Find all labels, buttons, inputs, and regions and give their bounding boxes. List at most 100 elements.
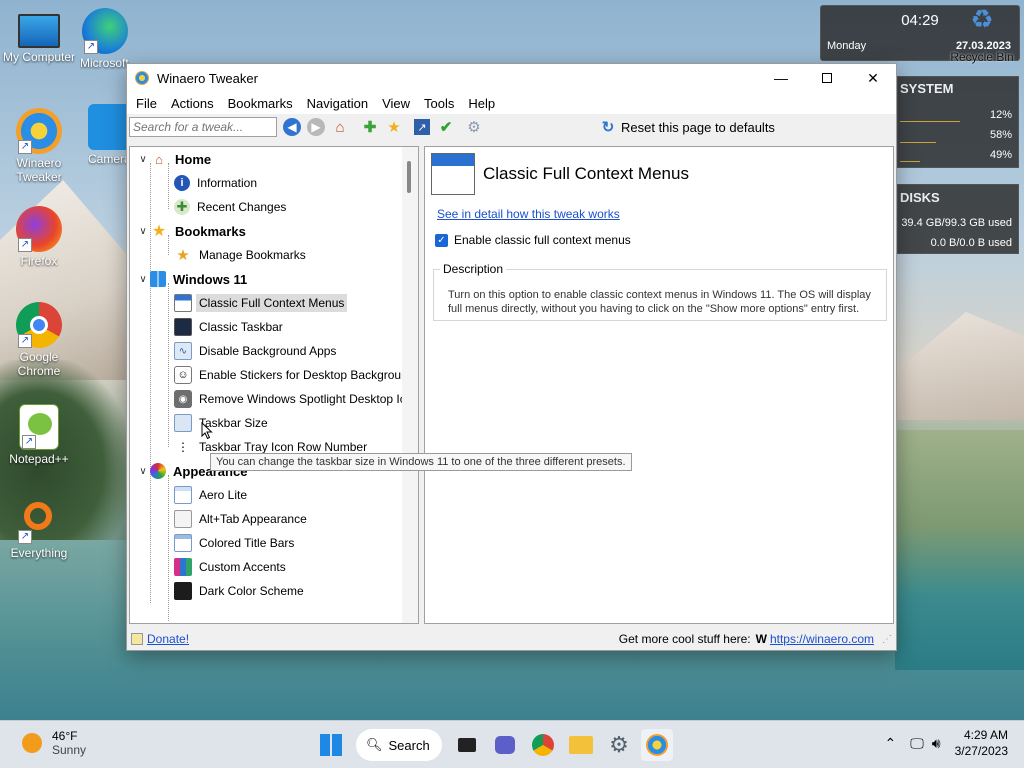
- resize-grip-icon: ⋰: [882, 633, 892, 645]
- detail-link[interactable]: See in detail how this tweak works: [437, 207, 620, 221]
- taskbar-date: 3/27/2023: [954, 744, 1008, 758]
- chevron-down-icon[interactable]: ∨: [136, 226, 150, 237]
- winaero-logo-icon: W: [755, 632, 767, 646]
- settings-button[interactable]: ⚙: [463, 116, 485, 138]
- description-legend: Description: [440, 262, 507, 276]
- forward-button[interactable]: ▶: [305, 116, 327, 138]
- menu-bookmarks[interactable]: Bookmarks: [221, 96, 300, 111]
- tree-category-bookmarks[interactable]: ∨ ★ Bookmarks: [136, 219, 249, 243]
- notepad-plus-plus-icon: ↗: [19, 404, 59, 450]
- tree-item-information[interactable]: i Information: [174, 171, 260, 195]
- taskbar-icon: [174, 318, 192, 336]
- recent-changes-icon: ✚: [174, 199, 190, 215]
- file-explorer-button[interactable]: [565, 729, 597, 761]
- desktop-icon-label: Everything: [10, 546, 68, 560]
- tree-item-classic-full-context-menus[interactable]: Classic Full Context Menus: [174, 291, 348, 315]
- task-view-icon: [458, 738, 476, 752]
- search-input[interactable]: [129, 117, 277, 137]
- reset-page-button[interactable]: ↻ Reset this page to defaults: [595, 116, 775, 138]
- chrome-taskbar-button[interactable]: [527, 729, 559, 761]
- taskbar-clock[interactable]: 4:29 AM 3/27/2023: [955, 727, 1008, 759]
- menu-file[interactable]: File: [129, 96, 164, 111]
- tree-item-disable-background-apps[interactable]: ∿ Disable Background Apps: [174, 339, 339, 363]
- menu-help[interactable]: Help: [461, 96, 502, 111]
- system-widget-title: SYSTEM: [900, 81, 954, 96]
- disks-widget: DISKS 39.4 GB/99.3 GB used 0.0 B/0.0 B u…: [897, 184, 1019, 254]
- donate-link[interactable]: Donate!: [147, 632, 189, 646]
- start-button[interactable]: [315, 729, 347, 761]
- home-button[interactable]: ⌂: [329, 116, 351, 138]
- tree-item-colored-title-bars[interactable]: Colored Title Bars: [174, 531, 297, 555]
- cpu-bar: [900, 121, 960, 122]
- desktop-icon-edge[interactable]: ↗ Microsoft Edge: [80, 8, 130, 70]
- disks-widget-title: DISKS: [900, 190, 940, 205]
- tree-item-custom-accents[interactable]: Custom Accents: [174, 555, 289, 579]
- tree-guide-line: [168, 475, 169, 621]
- tree-category-home[interactable]: ∨ ⌂ Home: [136, 147, 214, 171]
- desktop-icon-camera[interactable]: Camera: [88, 104, 128, 166]
- close-button[interactable]: ✕: [850, 64, 896, 92]
- desktop-icon-everything[interactable]: ↗ Everything: [1, 498, 77, 560]
- window-icon: [174, 534, 192, 552]
- tree-item-classic-taskbar[interactable]: Classic Taskbar: [174, 315, 286, 339]
- chat-icon: [495, 736, 515, 754]
- back-arrow-icon: ◀: [283, 118, 301, 136]
- tree-item-enable-stickers[interactable]: ☺ Enable Stickers for Desktop Background: [174, 363, 417, 387]
- star-icon: ★: [176, 247, 190, 264]
- tray-icon: ⋮: [177, 440, 189, 454]
- bookmarks-button[interactable]: ★: [383, 116, 405, 138]
- tree-item-dark-color-scheme[interactable]: Dark Color Scheme: [174, 579, 307, 603]
- minimize-button[interactable]: —: [758, 64, 804, 92]
- volume-icon[interactable]: 🔊︎: [932, 735, 941, 752]
- weather-widget[interactable]: 46°F Sunny: [22, 729, 86, 757]
- network-icon[interactable]: 🖵︎: [910, 735, 924, 752]
- taskbar-search-button[interactable]: 🔍︎ Search: [356, 729, 442, 761]
- desktop-icon-my-computer[interactable]: My Computer: [1, 10, 77, 64]
- chat-button[interactable]: [489, 729, 521, 761]
- tree-item-remove-spotlight-icon[interactable]: ◉ Remove Windows Spotlight Desktop Icon: [174, 387, 418, 411]
- task-view-button[interactable]: [451, 729, 483, 761]
- shortcut-arrow-icon: ↗: [18, 334, 32, 348]
- tree-item-alt-tab-appearance[interactable]: Alt+Tab Appearance: [174, 507, 310, 531]
- menu-tools[interactable]: Tools: [417, 96, 461, 111]
- enable-classic-menus-checkbox[interactable]: ✓ Enable classic full context menus: [435, 233, 631, 247]
- firefox-icon: ↗: [16, 206, 62, 252]
- menu-view[interactable]: View: [375, 96, 417, 111]
- chevron-down-icon[interactable]: ∨: [136, 154, 150, 165]
- title-bar[interactable]: Winaero Tweaker — ✕: [127, 64, 896, 92]
- chevron-up-icon[interactable]: ⌃: [885, 735, 897, 752]
- chevron-down-icon[interactable]: ∨: [136, 466, 150, 477]
- chevron-down-icon[interactable]: ∨: [136, 274, 150, 285]
- maximize-button[interactable]: [804, 64, 850, 92]
- apply-button[interactable]: ✔: [435, 116, 457, 138]
- shortcut-button[interactable]: ↗: [411, 116, 433, 138]
- desktop-icon-label: My Computer: [2, 50, 76, 64]
- tree-item-taskbar-size[interactable]: Taskbar Size: [174, 411, 271, 435]
- tree-item-label: Manage Bookmarks: [199, 248, 306, 262]
- desktop-icon-recycle-bin[interactable]: ♻ Recycle Bin: [944, 6, 1020, 64]
- tree-item-label: Alt+Tab Appearance: [199, 512, 307, 526]
- desktop-icon-firefox[interactable]: ↗ Firefox: [1, 206, 77, 268]
- settings-taskbar-button[interactable]: ⚙: [603, 729, 635, 761]
- add-bookmark-button[interactable]: ✚: [359, 116, 381, 138]
- scrollbar-thumb[interactable]: [407, 161, 411, 193]
- tree-item-label: Colored Title Bars: [199, 536, 295, 550]
- desktop-icon-notepad-plus-plus[interactable]: ↗ Notepad++: [1, 404, 77, 466]
- widget-clock-day: Monday: [827, 40, 867, 52]
- tree-scrollbar[interactable]: [402, 147, 418, 623]
- tree-item-manage-bookmarks[interactable]: ★ Manage Bookmarks: [174, 243, 309, 267]
- camera-icon: ◉: [174, 390, 192, 408]
- menu-navigation[interactable]: Navigation: [300, 96, 375, 111]
- winaero-url-link[interactable]: https://winaero.com: [770, 632, 874, 646]
- donate-icon: [131, 633, 143, 645]
- back-button[interactable]: ◀: [281, 116, 303, 138]
- forward-arrow-icon: ▶: [307, 118, 325, 136]
- desktop-icon-winaero-tweaker[interactable]: ↗ Winaero Tweaker: [1, 108, 77, 184]
- taskbar: 46°F Sunny 🔍︎ Search ⚙ ⌃ 🖵︎ 🔊︎ 4:29 AM 3/…: [0, 720, 1024, 768]
- tree-item-recent-changes[interactable]: ✚ Recent Changes: [174, 195, 289, 219]
- tree-item-aero-lite[interactable]: Aero Lite: [174, 483, 250, 507]
- winaero-taskbar-button[interactable]: [641, 729, 673, 761]
- menu-actions[interactable]: Actions: [164, 96, 221, 111]
- tree-category-windows-11[interactable]: ∨ Windows 11: [136, 267, 250, 291]
- desktop-icon-google-chrome[interactable]: ↗ Google Chrome: [1, 302, 77, 378]
